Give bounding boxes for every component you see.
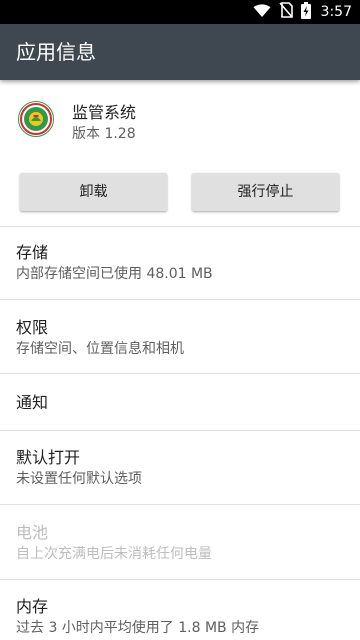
list-item-open-by-default[interactable]: 默认打开 未设置任何默认选项 <box>0 431 360 504</box>
no-sim-icon <box>278 2 293 22</box>
force-stop-button[interactable]: 强行停止 <box>192 173 339 211</box>
page-title: 应用信息 <box>16 40 96 64</box>
item-title: 电池 <box>16 523 49 542</box>
status-time: 3:57 <box>320 4 352 20</box>
list-item-notifications[interactable]: 通知 <box>0 374 360 430</box>
item-summary: 存储空间、位置信息和相机 <box>16 341 184 357</box>
item-title: 权限 <box>16 318 49 337</box>
list-item-battery: 电池 自上次充满电后未消耗任何电量 <box>0 505 360 579</box>
app-name: 监管系统 <box>72 103 137 122</box>
wifi-icon <box>253 3 271 22</box>
app-logo-icon <box>18 101 54 137</box>
item-summary: 内部存储空间已使用 48.01 MB <box>16 266 213 282</box>
item-summary: 过去 3 小时内平均使用了 1.8 MB 内存 <box>16 620 260 636</box>
item-title: 存储 <box>16 243 49 262</box>
item-summary: 自上次充满电后未消耗任何电量 <box>16 546 212 562</box>
list-item-permissions[interactable]: 权限 存储空间、位置信息和相机 <box>0 300 360 373</box>
app-bar: 应用信息 <box>0 24 360 80</box>
app-header: 监管系统 版本 1.28 <box>0 80 360 170</box>
list-item-storage[interactable]: 存储 内部存储空间已使用 48.01 MB <box>0 227 360 299</box>
item-title: 通知 <box>16 393 49 412</box>
app-version: 版本 1.28 <box>72 126 136 142</box>
item-summary: 未设置任何默认选项 <box>16 471 142 487</box>
uninstall-button[interactable]: 卸载 <box>20 173 167 211</box>
status-icons: 3:57 <box>253 1 352 23</box>
status-bar: 3:57 <box>0 0 360 24</box>
item-title: 默认打开 <box>16 448 81 467</box>
list-item-memory[interactable]: 内存 过去 3 小时内平均使用了 1.8 MB 内存 <box>0 580 360 640</box>
battery-charging-icon <box>300 1 311 23</box>
item-title: 内存 <box>16 597 49 616</box>
